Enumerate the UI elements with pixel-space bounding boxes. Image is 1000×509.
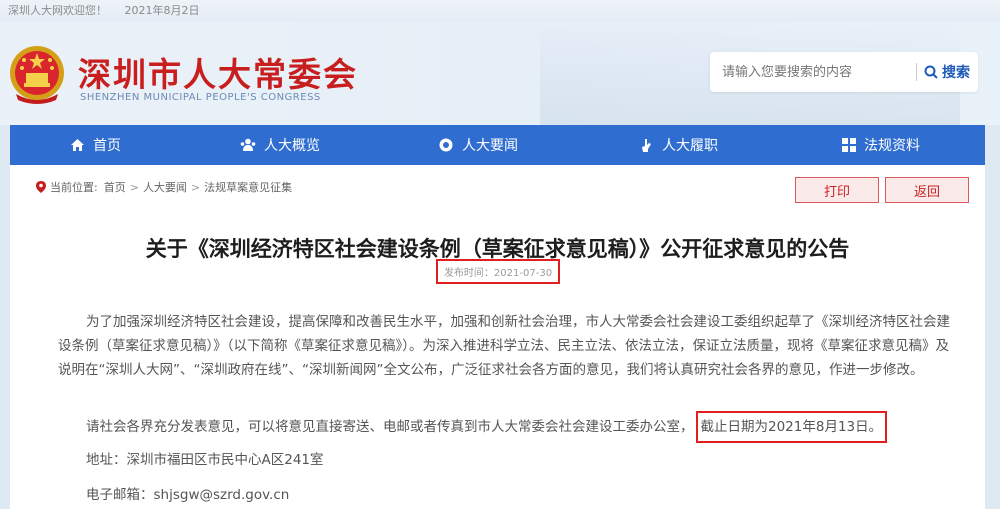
- nav-item-laws[interactable]: 法规资料: [842, 125, 920, 165]
- breadcrumb-separator: >: [190, 180, 201, 194]
- nav-item-duties-label: 人大履职: [662, 138, 718, 154]
- breadcrumb-news[interactable]: 人大要闻: [143, 179, 187, 195]
- breadcrumb-current[interactable]: 法规草案意见征集: [204, 179, 292, 195]
- article-panel: 当前位置: 首页 > 人大要闻 > 法规草案意见征集 打印 返回 关于《深圳经济…: [10, 165, 985, 509]
- nav-item-laws-label: 法规资料: [864, 138, 920, 154]
- search-button-label: 搜索: [942, 65, 970, 81]
- site-title: 深圳市人大常委会: [78, 55, 358, 94]
- top-bar: 深圳人大网欢迎您！ 2021年8月2日: [0, 0, 1000, 22]
- welcome-text: 深圳人大网欢迎您！: [8, 4, 107, 17]
- paragraph-1-text: 为了加强深圳经济特区社会建设，提高保障和改善民生水平，加强和创新社会治理，市人大…: [58, 314, 950, 378]
- back-button[interactable]: 返回: [885, 177, 969, 203]
- nav-item-duties[interactable]: 人大履职: [640, 125, 718, 165]
- print-button[interactable]: 打印: [795, 177, 879, 203]
- home-icon: [71, 139, 84, 151]
- people-icon: [240, 138, 256, 151]
- nav-item-overview-label: 人大概览: [264, 138, 320, 154]
- site-header: 深圳市人大常委会 SHENZHEN MUNICIPAL PEOPLE'S CON…: [0, 22, 1000, 125]
- breadcrumb-prefix: 当前位置:: [50, 181, 98, 194]
- grid-icon: [842, 138, 856, 152]
- nav-item-home[interactable]: 首页: [70, 125, 121, 165]
- location-pin-icon: [36, 181, 46, 193]
- news-icon: [439, 138, 453, 152]
- nav-item-home-label: 首页: [93, 138, 121, 154]
- email-line: 电子邮箱：shjsgw@szrd.gov.cn: [86, 487, 290, 503]
- publish-date: 发布时间：2021-07-30: [436, 259, 560, 284]
- paragraph-2-text: 请社会各界充分发表意见，可以将意见直接寄送、电邮或者传真到市人大常委会社会建设工…: [86, 419, 694, 435]
- current-date: 2021年8月2日: [124, 4, 200, 17]
- deadline-highlight: 截止日期为2021年8月13日。: [695, 411, 888, 443]
- main-nav: 首页 人大概览 人大要闻 人大履职 法规资料: [10, 125, 985, 165]
- breadcrumb: 当前位置: 首页 > 人大要闻 > 法规草案意见征集: [36, 179, 292, 195]
- search-box: 搜索: [710, 52, 978, 92]
- search-button[interactable]: 搜索: [924, 60, 974, 84]
- address-line: 地址：深圳市福田区市民中心A区241室: [86, 452, 324, 468]
- breadcrumb-home[interactable]: 首页: [104, 179, 126, 195]
- article-paragraph-2: 请社会各界充分发表意见，可以将意见直接寄送、电邮或者传真到市人大常委会社会建设工…: [58, 411, 958, 443]
- hand-icon: [642, 138, 651, 152]
- nav-item-overview[interactable]: 人大概览: [240, 125, 320, 165]
- nav-item-news[interactable]: 人大要闻: [438, 125, 518, 165]
- search-divider: [916, 63, 917, 81]
- site-subtitle: SHENZHEN MUNICIPAL PEOPLE'S CONGRESS: [80, 92, 321, 103]
- nav-item-news-label: 人大要闻: [462, 138, 518, 154]
- national-emblem-icon: [10, 46, 64, 104]
- breadcrumb-separator: >: [129, 180, 139, 194]
- search-icon: [924, 65, 938, 79]
- search-input[interactable]: [722, 60, 907, 84]
- article-paragraph-1: 为了加强深圳经济特区社会建设，提高保障和改善民生水平，加强和创新社会治理，市人大…: [58, 310, 958, 382]
